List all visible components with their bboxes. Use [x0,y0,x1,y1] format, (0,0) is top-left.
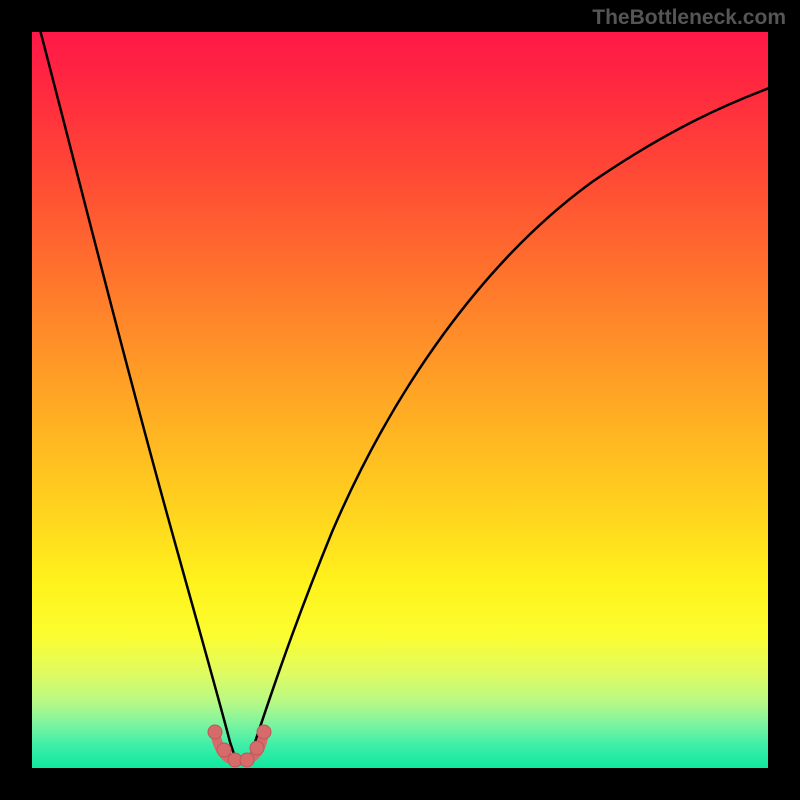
chart-container: TheBottleneck.com [0,0,800,800]
marker-dot [208,725,222,739]
right-curve [250,87,768,757]
marker-dot [250,741,264,755]
marker-dot [257,725,271,739]
left-curve [38,32,235,757]
marker-dot [217,743,231,757]
marker-dot [240,753,254,767]
plot-area [32,32,768,768]
curves-svg [32,32,768,768]
watermark-text: TheBottleneck.com [592,6,786,30]
